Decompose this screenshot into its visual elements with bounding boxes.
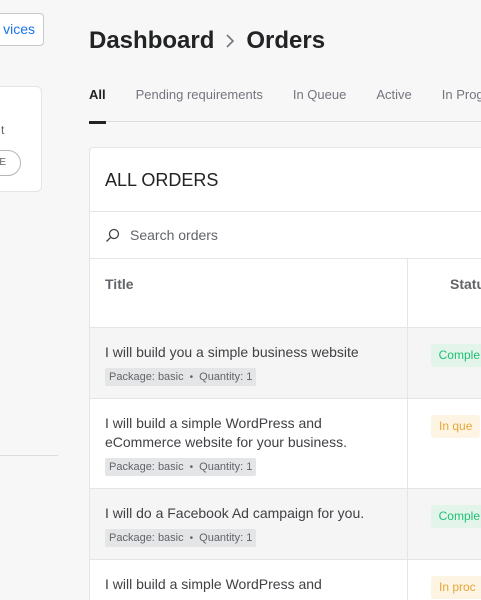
order-title-cell: I will do a Facebook Ad campaign for you… [90,489,408,559]
status-badge: Comple [430,505,481,528]
dot-separator: • [189,371,194,383]
package-label: Package: [109,461,155,473]
order-tabs: All Pending requirements In Queue Active… [89,86,481,124]
search-icon [106,228,120,242]
breadcrumb-dashboard[interactable]: Dashboard [89,27,214,55]
dot-separator: • [189,461,194,473]
tab-pending-requirements[interactable]: Pending requirements [136,86,263,122]
table-row[interactable]: I will build a simple WordPress and eCom… [90,399,481,489]
orders-card: ALL ORDERS Title Statu I will build you … [89,147,481,600]
status-badge: In proc [431,576,481,599]
package-label: Package: [109,532,155,544]
order-title-cell: I will build a simple WordPress and eCom… [90,399,408,488]
order-name-link[interactable]: I will build you a simple business websi… [105,343,395,362]
tab-active[interactable]: Active [376,86,411,122]
order-status-cell: In proc [408,560,481,600]
order-title-cell: I will build a simple WordPress and [90,560,408,600]
order-meta: Package: basic • Quantity: 1 [105,368,257,386]
tab-in-queue[interactable]: In Queue [293,86,347,122]
dot-separator: • [189,532,194,544]
search-bar [90,212,481,259]
sidebar-divider [0,455,58,456]
tab-in-progress[interactable]: In Prog [442,86,481,122]
breadcrumb-orders: Orders [246,27,326,54]
sidebar-card-text: t [1,123,5,137]
quantity-value: Quantity: 1 [199,532,253,544]
sidebar-pill-button[interactable]: E [0,150,21,176]
order-status-cell: In que [408,399,481,488]
order-title-cell: I will build you a simple business websi… [90,328,408,398]
order-status-cell: Comple [408,489,481,559]
column-header-status[interactable]: Statu [408,259,481,327]
order-name-link[interactable]: I will build a simple WordPress and eCom… [105,414,395,452]
column-header-title[interactable]: Title [90,259,408,327]
order-meta: Package: basic • Quantity: 1 [105,529,257,547]
table-row[interactable]: I will do a Facebook Ad campaign for you… [90,489,481,560]
quantity-value: Quantity: 1 [199,461,253,473]
package-label: Package: [109,371,155,383]
order-name-link[interactable]: I will do a Facebook Ad campaign for you… [105,504,395,523]
table-row[interactable]: I will build you a simple business websi… [90,328,481,399]
orders-card-title: ALL ORDERS [90,148,481,212]
table-header: Title Statu [90,259,481,328]
quantity-value: Quantity: 1 [199,371,253,383]
order-meta: Package: basic • Quantity: 1 [105,458,257,476]
order-status-cell: Comple [408,328,481,398]
status-badge: Comple [430,344,481,367]
order-name-link[interactable]: I will build a simple WordPress and [105,575,395,594]
search-input[interactable] [130,227,380,243]
services-button[interactable]: vices [0,13,44,46]
package-value: basic [157,371,184,383]
chevron-right-icon [226,34,235,48]
breadcrumb: Dashboard Orders [89,27,325,55]
package-value: basic [157,461,184,473]
sidebar-card: t E [0,86,42,192]
package-value: basic [157,532,184,544]
tab-all[interactable]: All [89,86,106,124]
table-row[interactable]: I will build a simple WordPress and In p… [90,560,481,600]
status-badge: In que [431,415,481,438]
